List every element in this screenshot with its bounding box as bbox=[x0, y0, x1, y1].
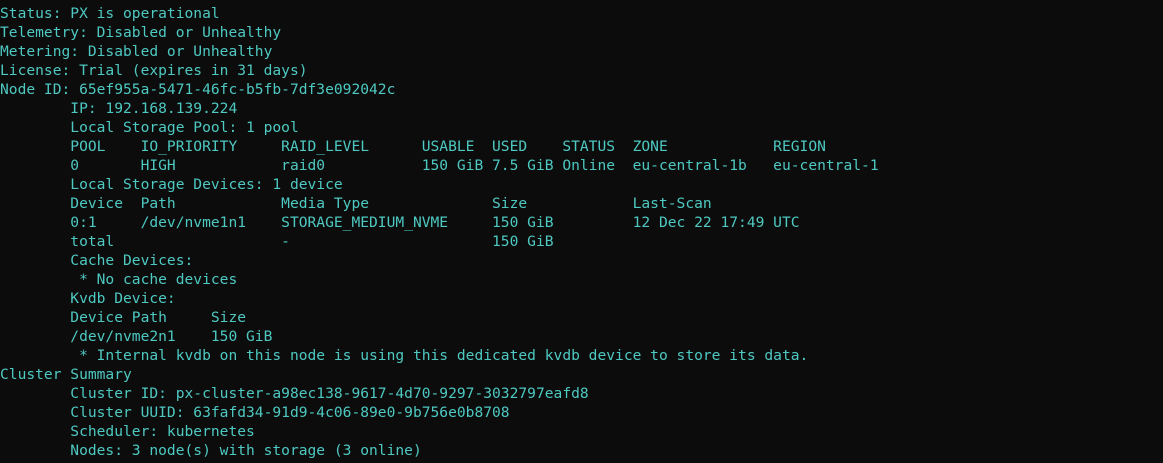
terminal-line: Kvdb Device: bbox=[0, 290, 176, 307]
terminal-output[interactable]: Status: PX is operational Telemetry: Disa… bbox=[0, 0, 1163, 460]
terminal-line: 0 HIGH raid0 150 GiB 7.5 GiB Online eu-c… bbox=[0, 157, 879, 174]
terminal-line: IP: 192.168.139.224 bbox=[0, 100, 238, 117]
terminal-line: Status: PX is operational bbox=[0, 5, 220, 22]
terminal-line: Nodes: 3 node(s) with storage (3 online) bbox=[0, 442, 422, 459]
terminal-line: Telemetry: Disabled or Unhealthy bbox=[0, 24, 282, 41]
terminal-line: Device Path Size bbox=[0, 309, 247, 326]
terminal-line: Cluster UUID: 63fafd34-91d9-4c06-89e0-9b… bbox=[0, 404, 510, 421]
terminal-line: Scheduler: kubernetes bbox=[0, 423, 255, 440]
terminal-line: Cluster Summary bbox=[0, 366, 132, 383]
terminal-line: 0:1 /dev/nvme1n1 STORAGE_MEDIUM_NVME 150… bbox=[0, 214, 800, 231]
terminal-line: total - 150 GiB bbox=[0, 233, 554, 250]
terminal-line: Cluster ID: px-cluster-a98ec138-9617-4d7… bbox=[0, 385, 589, 402]
terminal-line: Local Storage Devices: 1 device bbox=[0, 176, 343, 193]
terminal-line: License: Trial (expires in 31 days) bbox=[0, 62, 308, 79]
terminal-line: * No cache devices bbox=[0, 271, 238, 288]
terminal-line: Cache Devices: bbox=[0, 252, 194, 269]
terminal-line: POOL IO_PRIORITY RAID_LEVEL USABLE USED … bbox=[0, 138, 826, 155]
terminal-line: Node ID: 65ef955a-5471-46fc-b5fb-7df3e09… bbox=[0, 81, 396, 98]
terminal-line: /dev/nvme2n1 150 GiB bbox=[0, 328, 273, 345]
terminal-line: Metering: Disabled or Unhealthy bbox=[0, 43, 273, 60]
terminal-line: Local Storage Pool: 1 pool bbox=[0, 119, 299, 136]
terminal-line: Device Path Media Type Size Last-Scan bbox=[0, 195, 712, 212]
terminal-line: * Internal kvdb on this node is using th… bbox=[0, 347, 809, 364]
